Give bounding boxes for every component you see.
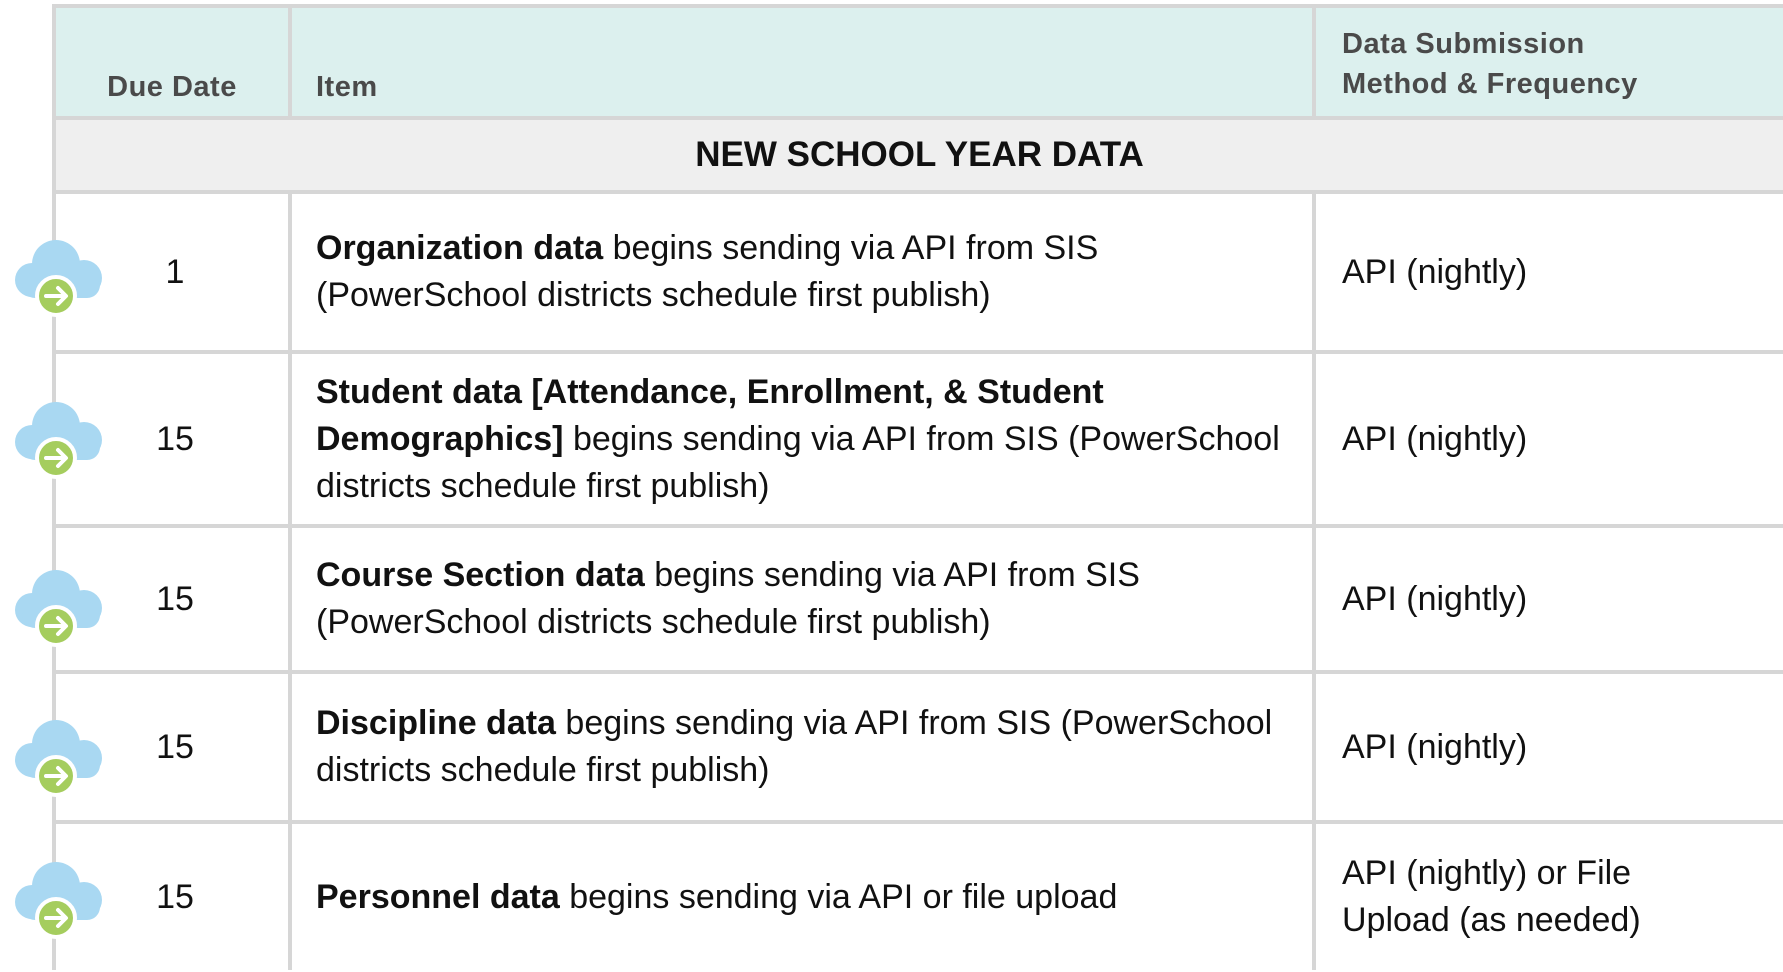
method-cell: API (nightly) [1342, 579, 1528, 618]
section-title: NEW SCHOOL YEAR DATA [695, 135, 1144, 174]
header-due-date: Due Date [56, 8, 292, 116]
table-row: 15 Student data [Attendance, Enrollment,… [56, 354, 1783, 528]
item-cell: Student data [Attendance, Enrollment, & … [292, 354, 1316, 524]
table-row: 15 Discipline data begins sending via AP… [56, 674, 1783, 824]
method-cell: API (nightly) [1342, 419, 1528, 458]
header-item: Item [292, 8, 1316, 116]
header-method: Data Submission Method & Frequency [1316, 8, 1783, 116]
item-cell: Personnel data begins sending via API or… [292, 824, 1316, 970]
method-cell: API (nightly) or File Upload (as needed) [1316, 824, 1783, 970]
item-bold-text: Discipline data [316, 704, 556, 742]
item-bold-text: Organization data [316, 229, 604, 267]
schedule-table: Due Date Item Data Submission Method & F… [52, 4, 1783, 970]
table-row: 15 Course Section data begins sending vi… [56, 528, 1783, 674]
cloud-upload-icon [15, 570, 102, 647]
method-cell: API (nightly) [1342, 252, 1528, 291]
item-cell: Organization data begins sending via API… [292, 194, 1316, 350]
method-text: API (nightly) or File Upload (as needed) [1342, 854, 1641, 939]
cloud-upload-icon [15, 862, 102, 939]
item-text: begins sending via API or file upload [559, 877, 1118, 916]
item-bold-text: Course Section data [316, 556, 645, 594]
cloud-upload-icon [15, 720, 102, 797]
table-header-row: Due Date Item Data Submission Method & F… [56, 8, 1783, 120]
table-row: 1 Organization data begins sending via A… [56, 194, 1783, 354]
item-cell: Course Section data begins sending via A… [292, 528, 1316, 670]
item-bold-text: Personnel data [316, 877, 560, 916]
cloud-upload-icon [15, 240, 102, 317]
table-row: 15 Personnel data begins sending via API… [56, 824, 1783, 970]
cloud-upload-icon [15, 402, 102, 479]
header-method-line2: Method & Frequency [1342, 68, 1638, 100]
section-title-row: NEW SCHOOL YEAR DATA [56, 120, 1783, 194]
item-cell: Discipline data begins sending via API f… [292, 674, 1316, 820]
method-cell: API (nightly) [1342, 727, 1528, 766]
header-method-line1: Data Submission [1342, 28, 1585, 60]
